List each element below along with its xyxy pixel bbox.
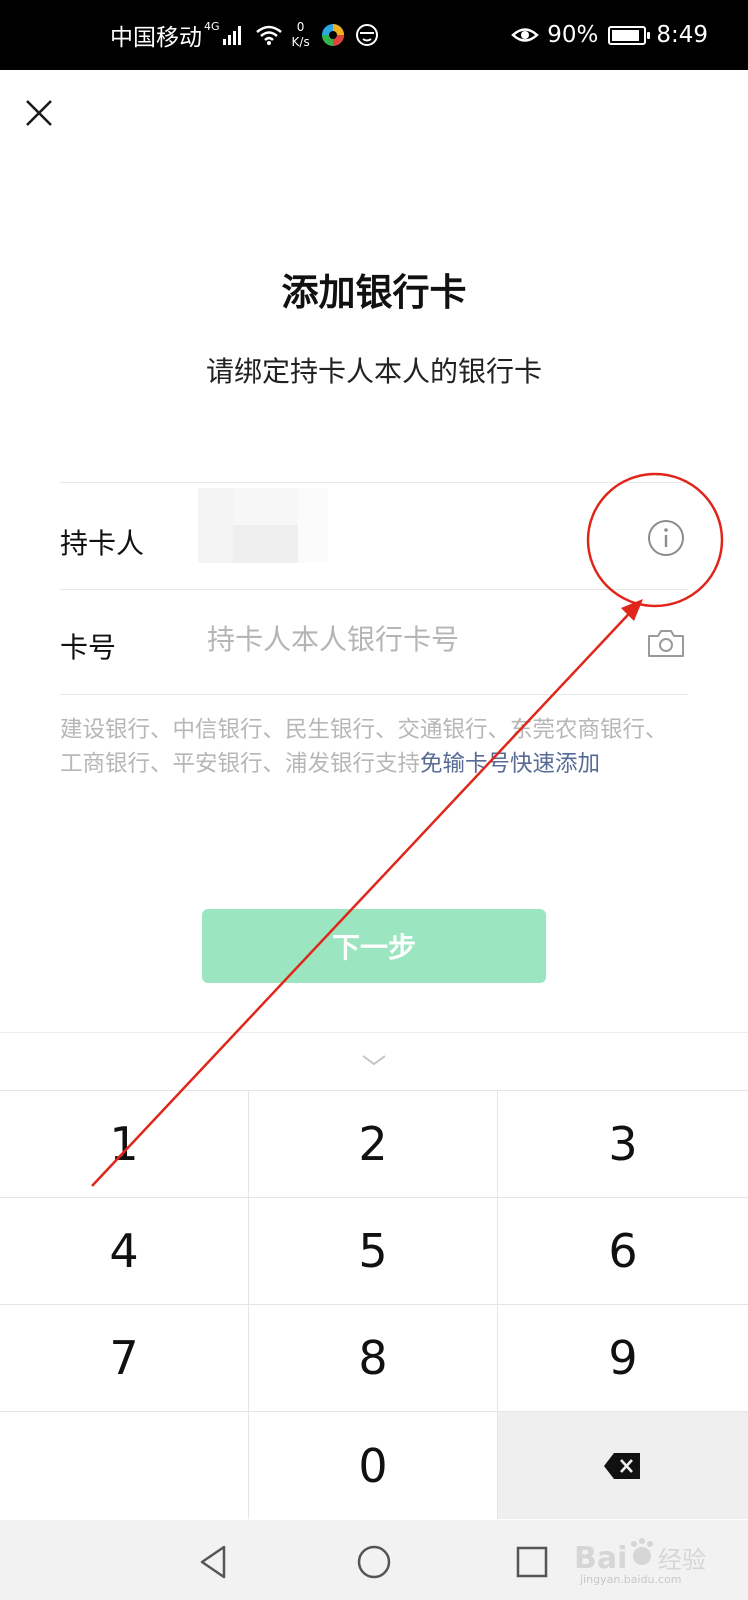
net-speed-value: 0 (296, 20, 305, 34)
blur-block (233, 488, 298, 525)
status-right: 90% 8:49 (511, 0, 708, 70)
page-title: 添加银行卡 (281, 271, 467, 314)
quick-add-link[interactable]: 免输卡号快速添加 (420, 751, 600, 777)
key-4[interactable]: 4 (0, 1198, 249, 1305)
next-step-button[interactable]: 下一步 (202, 909, 546, 983)
eye-comfort-icon (511, 28, 540, 42)
carrier-name: 中国移动 (110, 25, 202, 51)
app-notification-icon (321, 24, 344, 46)
blur-block (198, 488, 233, 563)
battery-icon (608, 25, 651, 45)
watermark-brand: Bai (574, 1541, 627, 1576)
form-divider-middle (60, 589, 688, 590)
blur-block (233, 525, 298, 563)
status-left: 中国移动 4G 0 K/s (110, 0, 380, 70)
holder-label: 持卡人 (60, 527, 145, 560)
battery-percent: 90% (547, 22, 599, 48)
recents-square-icon[interactable] (512, 1542, 552, 1582)
info-icon[interactable] (647, 519, 685, 557)
network-type: 4G (204, 19, 220, 33)
status-bar: 中国移动 4G 0 K/s 90% 8:49 (0, 0, 748, 70)
card-number-input[interactable] (207, 623, 607, 656)
paw-icon (631, 1538, 653, 1565)
chevron-down-icon[interactable] (357, 1050, 391, 1070)
clock: 8:49 (656, 22, 708, 48)
form-divider-bottom (60, 694, 688, 695)
annotation-arrowhead (621, 599, 643, 621)
key-3[interactable]: 3 (498, 1091, 748, 1198)
blur-block (298, 488, 328, 563)
wifi-icon (255, 25, 282, 45)
close-icon (26, 100, 52, 126)
key-1[interactable]: 1 (0, 1091, 249, 1198)
key-7[interactable]: 7 (0, 1305, 249, 1412)
net-speed: 0 K/s (292, 20, 310, 50)
delete-key[interactable] (498, 1412, 748, 1519)
key-0[interactable]: 0 (249, 1412, 498, 1519)
key-blank (0, 1412, 249, 1519)
key-2[interactable]: 2 (249, 1091, 498, 1198)
card-number-label: 卡号 (60, 631, 117, 664)
watermark-url: jingyan.baidu.com (580, 1573, 682, 1586)
face-notification-icon (355, 24, 378, 46)
key-8[interactable]: 8 (249, 1305, 498, 1412)
battery-fill (612, 29, 640, 41)
key-9[interactable]: 9 (498, 1305, 748, 1412)
supported-banks-note: 建设银行、中信银行、民生银行、交通银行、东莞农商银行、工商银行、平安银行、浦发银… (60, 713, 680, 781)
net-speed-unit: K/s (291, 35, 310, 49)
signal-icon (222, 26, 241, 45)
page-subtitle: 请绑定持卡人本人的银行卡 (205, 355, 542, 388)
form-divider-top (60, 482, 688, 483)
watermark-brand-suffix: 经验 (658, 1546, 706, 1574)
key-6[interactable]: 6 (498, 1198, 748, 1305)
back-triangle-icon[interactable] (194, 1542, 234, 1582)
holder-name-blurred (198, 488, 328, 563)
numeric-keypad: 1 2 3 4 5 6 7 8 9 0 (0, 1090, 748, 1520)
key-5[interactable]: 5 (249, 1198, 498, 1305)
home-circle-icon[interactable] (354, 1542, 394, 1582)
backspace-icon (604, 1452, 640, 1479)
close-button[interactable] (18, 92, 60, 134)
camera-icon[interactable] (647, 628, 685, 658)
